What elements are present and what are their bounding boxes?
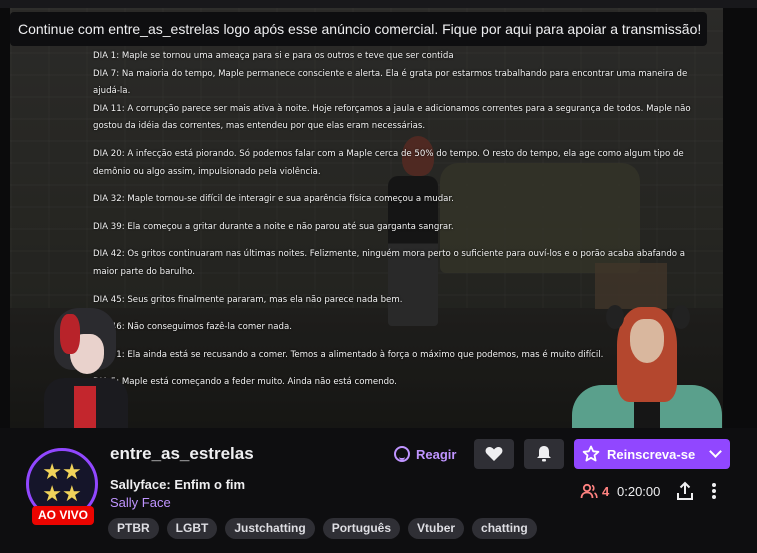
top-strip bbox=[0, 0, 757, 8]
resubscribe-button[interactable]: Reinscreva-se bbox=[574, 439, 730, 469]
share-button[interactable] bbox=[676, 481, 694, 501]
more-dot bbox=[712, 489, 716, 493]
vtuber-avatar-right bbox=[572, 305, 722, 428]
react-label: Reagir bbox=[416, 446, 457, 462]
diary-entry: DIA 11: A corrupção parece ser mais ativ… bbox=[93, 103, 691, 132]
tag[interactable]: PTBR bbox=[108, 518, 159, 539]
tag[interactable]: LGBT bbox=[166, 518, 218, 539]
live-badge: AO VIVO bbox=[32, 506, 94, 525]
channel-info-panel: ★★ ★★ AO VIVO entre_as_estrelas Sallyface… bbox=[0, 428, 757, 553]
viewer-count: 4 bbox=[580, 483, 609, 499]
tag[interactable]: Português bbox=[322, 518, 401, 539]
diary-entry: DIA 32: Maple tornou-se difícil de inter… bbox=[93, 194, 454, 205]
viewer-count-value: 4 bbox=[602, 483, 610, 499]
diary-entry: DIA 42: Os gritos continuaram nas última… bbox=[93, 249, 686, 277]
share-icon bbox=[677, 481, 693, 500]
bell-icon bbox=[537, 446, 551, 462]
stream-title: Sallyface: Enfim o fim bbox=[110, 477, 246, 492]
diary-entry: DIA 1: Maple se tornou uma ameaça para s… bbox=[93, 51, 454, 61]
star-icon bbox=[582, 445, 600, 462]
more-options-button[interactable] bbox=[709, 481, 719, 501]
stream-uptime: 0:20:00 bbox=[617, 484, 661, 499]
diary-entry: DIA 20: A infecção está piorando. Só pod… bbox=[93, 148, 684, 177]
tag[interactable]: chatting bbox=[472, 518, 537, 539]
diary-entry: DIA 39: Ela começou a gritar durante a n… bbox=[93, 221, 454, 232]
more-dot bbox=[712, 495, 716, 499]
chevron-down-icon[interactable] bbox=[709, 445, 722, 458]
game-link[interactable]: Sally Face bbox=[110, 495, 171, 510]
react-button[interactable]: Reagir bbox=[394, 443, 456, 465]
tag[interactable]: Vtuber bbox=[408, 518, 465, 539]
tag-list: PTBR LGBT Justchatting Português Vtuber … bbox=[108, 518, 537, 539]
ad-banner: Continue com entre_as_estrelas logo após… bbox=[10, 12, 707, 46]
vtuber-avatar-left bbox=[40, 300, 130, 428]
resubscribe-label: Reinscreva-se bbox=[607, 446, 696, 462]
more-dot bbox=[712, 483, 716, 487]
tag[interactable]: Justchatting bbox=[225, 518, 315, 539]
heart-icon bbox=[485, 447, 503, 461]
notifications-button[interactable] bbox=[524, 439, 564, 469]
smiley-icon bbox=[394, 446, 410, 462]
viewers-icon bbox=[580, 483, 598, 499]
stars-icon: ★★ ★★ bbox=[42, 459, 82, 506]
video-player[interactable]: DIA 1: Maple se tornou uma ameaça para s… bbox=[0, 0, 757, 428]
follow-button[interactable] bbox=[474, 439, 514, 469]
diary-entry: DIA 7: Na maioria do tempo, Maple perman… bbox=[93, 68, 688, 97]
channel-name[interactable]: entre_as_estrelas bbox=[110, 444, 254, 464]
